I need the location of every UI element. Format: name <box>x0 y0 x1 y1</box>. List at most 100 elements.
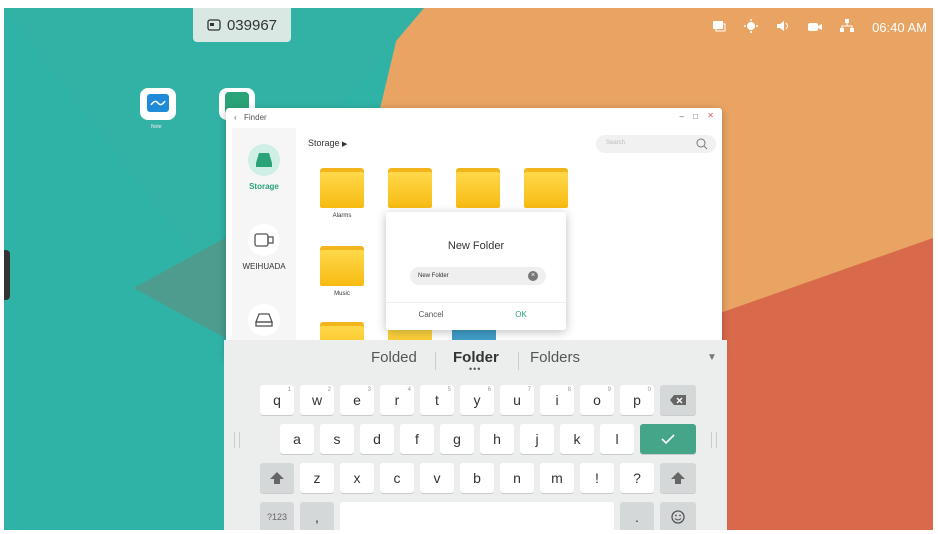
key-hint: 1 <box>287 387 291 393</box>
screen-mirror-icon[interactable] <box>712 20 726 35</box>
key-p[interactable]: p0 <box>620 385 654 415</box>
close-icon[interactable]: ✕ <box>707 111 714 120</box>
key-label: l <box>615 431 619 447</box>
key-c[interactable]: c <box>380 463 414 493</box>
symbols-key[interactable]: ?123 <box>260 502 294 530</box>
folder[interactable] <box>320 168 364 208</box>
key-label: z <box>313 470 321 486</box>
key-y[interactable]: y6 <box>460 385 494 415</box>
key-m[interactable]: m <box>540 463 574 493</box>
key-label: , <box>315 509 319 525</box>
key-label: o <box>593 392 601 408</box>
key-d[interactable]: d <box>360 424 394 454</box>
enter-key[interactable] <box>640 424 696 454</box>
key-label: r <box>394 392 400 408</box>
key-w[interactable]: w2 <box>300 385 334 415</box>
key-label: i <box>555 392 559 408</box>
backspace-key[interactable] <box>660 385 696 415</box>
keyboard-drag-handle[interactable] <box>711 432 717 448</box>
key-z[interactable]: z <box>300 463 334 493</box>
key-k[interactable]: k <box>560 424 594 454</box>
side-panel-handle[interactable] <box>4 250 10 300</box>
space-key[interactable] <box>340 502 614 530</box>
key-question[interactable]: ? <box>620 463 654 493</box>
search-icon <box>696 138 708 150</box>
key-v[interactable]: v <box>420 463 454 493</box>
period-key[interactable]: . <box>620 502 654 530</box>
collapse-keyboard-icon[interactable]: ▼ <box>707 352 717 363</box>
back-icon[interactable]: ‹ <box>234 113 237 122</box>
comma-key[interactable]: , <box>300 502 334 530</box>
minimize-icon[interactable]: – <box>680 112 684 121</box>
volume-icon[interactable] <box>776 20 790 35</box>
clock: 06:40 AM <box>872 19 927 35</box>
folder[interactable] <box>524 168 568 208</box>
key-r[interactable]: r4 <box>380 385 414 415</box>
more-suggestions-icon[interactable]: ••• <box>469 364 481 374</box>
cancel-button[interactable]: Cancel <box>386 310 476 319</box>
key-x[interactable]: x <box>340 463 374 493</box>
key-b[interactable]: b <box>460 463 494 493</box>
key-label: p <box>633 392 641 408</box>
chevron-right-icon: ▶ <box>342 141 348 148</box>
suggestion-3[interactable]: Folders <box>530 349 580 366</box>
network-icon[interactable] <box>840 18 855 36</box>
network-drive-icon <box>248 304 280 336</box>
folder[interactable] <box>320 246 364 286</box>
key-j[interactable]: j <box>520 424 554 454</box>
key-label: n <box>513 470 521 486</box>
folder-name-field[interactable]: New Folder × <box>410 267 546 285</box>
key-label: h <box>493 431 501 447</box>
window-title: Finder <box>244 113 267 122</box>
sidebar-item-storage[interactable]: Storage <box>232 144 296 191</box>
key-label: k <box>573 431 581 447</box>
key-g[interactable]: g <box>440 424 474 454</box>
key-label: f <box>415 431 419 447</box>
key-o[interactable]: o9 <box>580 385 614 415</box>
folder-name-value: New Folder <box>418 273 449 279</box>
divider <box>386 302 566 303</box>
key-exclamation[interactable]: ! <box>580 463 614 493</box>
key-hint: 0 <box>647 387 651 393</box>
search-input[interactable]: Search <box>596 135 716 153</box>
key-u[interactable]: u7 <box>500 385 534 415</box>
shift-key[interactable] <box>260 463 294 493</box>
key-n[interactable]: n <box>500 463 534 493</box>
divider <box>518 352 519 370</box>
note-app-icon[interactable] <box>140 88 176 120</box>
key-h[interactable]: h <box>480 424 514 454</box>
session-code-chip[interactable]: 039967 <box>193 8 291 42</box>
suggestion-1[interactable]: Folded <box>371 349 417 366</box>
checkmark-icon <box>661 434 675 444</box>
key-a[interactable]: a <box>280 424 314 454</box>
key-i[interactable]: i8 <box>540 385 574 415</box>
folder[interactable] <box>456 168 500 208</box>
key-label: w <box>311 392 323 408</box>
folder[interactable] <box>388 168 432 208</box>
sidebar-item-weihuada[interactable]: WEIHUADA <box>232 224 296 271</box>
key-label: q <box>273 392 281 408</box>
key-label: b <box>473 470 481 486</box>
key-hint: 4 <box>407 387 411 393</box>
key-t[interactable]: t5 <box>420 385 454 415</box>
key-q[interactable]: q1 <box>260 385 294 415</box>
maximize-icon[interactable]: □ <box>693 112 698 121</box>
session-code: 039967 <box>226 16 278 34</box>
keyboard-drag-handle[interactable] <box>234 432 240 448</box>
breadcrumb[interactable]: Storage ▶ <box>308 138 347 148</box>
sidebar-item-network[interactable] <box>232 304 296 336</box>
emoji-key[interactable] <box>660 502 696 530</box>
brightness-icon[interactable] <box>744 18 759 36</box>
key-e[interactable]: e3 <box>340 385 374 415</box>
key-label: ? <box>633 470 641 486</box>
shift-key-right[interactable] <box>660 463 696 493</box>
ok-button[interactable]: OK <box>476 310 566 319</box>
key-label: t <box>435 392 439 408</box>
shift-icon <box>671 472 685 484</box>
key-l[interactable]: l <box>600 424 634 454</box>
key-hint: 2 <box>327 387 331 393</box>
clear-icon[interactable]: × <box>528 271 538 281</box>
key-s[interactable]: s <box>320 424 354 454</box>
camera-icon[interactable] <box>808 20 823 35</box>
key-f[interactable]: f <box>400 424 434 454</box>
